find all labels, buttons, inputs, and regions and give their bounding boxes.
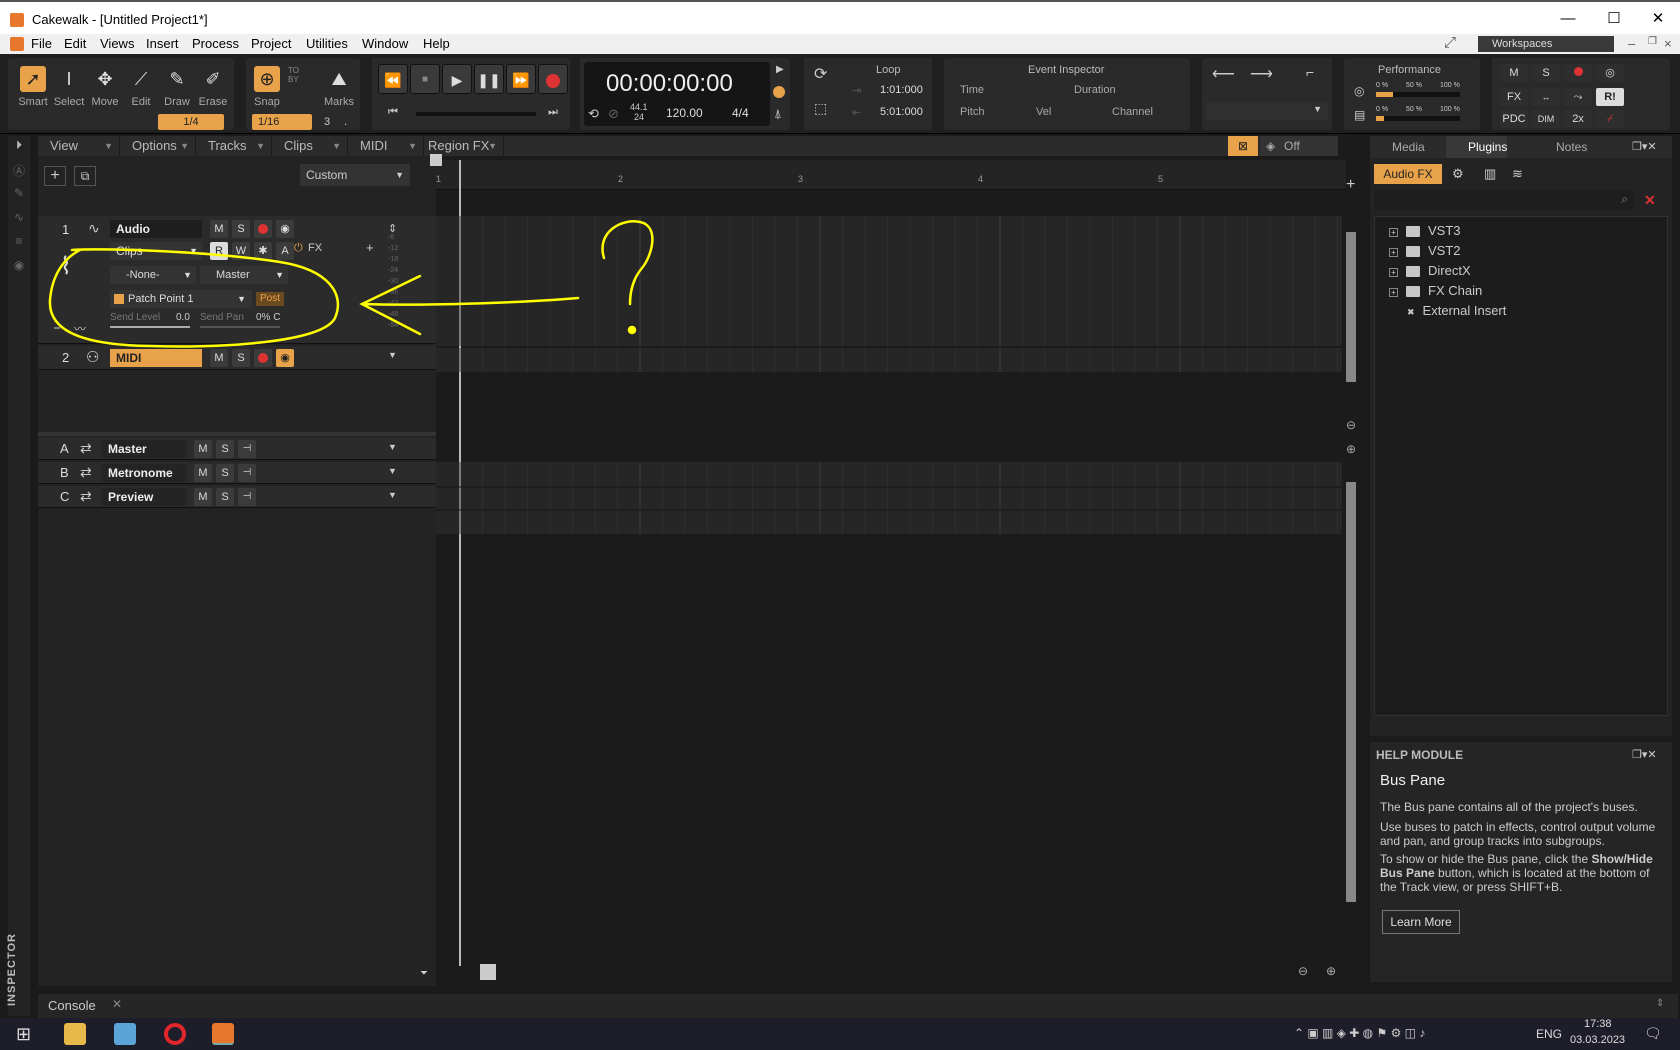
audio-fx-tab[interactable]: Audio FX — [1374, 164, 1442, 184]
clock-time[interactable]: 17:38 — [1584, 1018, 1612, 1030]
region-fx-icon[interactable]: ≋ — [1512, 166, 1523, 182]
help-p3-start: To show or hide the Bus pane, click the — [1380, 852, 1592, 866]
plugin-search-input[interactable]: ⌕ — [1374, 190, 1634, 210]
tree-label: FX Chain — [1428, 283, 1483, 298]
help-paragraph-3: To show or hide the Bus pane, click the … — [1380, 852, 1662, 894]
windows-start-icon[interactable]: ⊞ — [16, 1024, 31, 1045]
grid-lines — [436, 216, 1342, 534]
tree-label: DirectX — [1428, 263, 1471, 278]
help-paragraph-2: Use buses to patch in effects, control o… — [1380, 820, 1656, 848]
yellow-annotation — [48, 220, 654, 348]
notepad-icon[interactable] — [114, 1023, 136, 1045]
notifications-icon[interactable]: 🗨 — [1644, 1025, 1662, 1042]
tray-icons[interactable]: ⌃ ▣ ▥ ◈ ✚ ◍ ⚑ ⚙ ◫ ♪ — [1294, 1026, 1425, 1040]
expand-icon[interactable]: + — [1389, 228, 1398, 237]
console-tab[interactable]: Console — [48, 998, 96, 1013]
tree-item-external-insert[interactable]: ✖ External Insert — [1407, 303, 1506, 318]
expand-icon[interactable]: + — [1389, 268, 1398, 277]
question-mark-dot — [627, 325, 637, 335]
tab-media[interactable]: Media — [1370, 136, 1425, 158]
learn-more-button[interactable]: Learn More — [1382, 910, 1460, 934]
expand-icon[interactable]: + — [1389, 248, 1398, 257]
search-icon: ⌕ — [1621, 192, 1628, 206]
help-module: HELP MODULE ❐▾✕ Bus Pane The Bus pane co… — [1370, 742, 1672, 982]
tree-label: External Insert — [1422, 303, 1507, 318]
input-language[interactable]: ENG — [1536, 1027, 1562, 1041]
annotation-circle — [48, 248, 340, 348]
plugin-tree: + VST3 + VST2 + DirectX + FX Chain ✖ External… — [1374, 216, 1668, 716]
console-bar: Console ✕ ⇕ — [38, 994, 1678, 1018]
folder-icon — [1406, 226, 1420, 238]
folder-icon — [1406, 266, 1420, 278]
help-header: HELP MODULE — [1376, 748, 1464, 762]
cakewalk-taskbar-icon[interactable] — [212, 1023, 234, 1045]
tree-item-directx[interactable]: + DirectX — [1389, 263, 1471, 278]
folder-icon — [1406, 246, 1420, 258]
help-title: Bus Pane — [1380, 772, 1446, 789]
tree-label: VST2 — [1428, 243, 1461, 258]
help-paragraph-1: The Bus pane contains all of the project… — [1380, 800, 1638, 814]
browser-options-icon[interactable]: ❐▾✕ — [1632, 140, 1657, 153]
tree-label: VST3 — [1428, 223, 1461, 238]
question-mark-curve — [601, 220, 654, 306]
tab-plugins[interactable]: Plugins — [1446, 136, 1508, 158]
fx-plugin-icon: ✖ — [1407, 307, 1415, 317]
expand-console-icon[interactable]: ⇕ — [1656, 998, 1664, 1009]
clock-date[interactable]: 03.03.2023 — [1570, 1034, 1625, 1046]
opera-icon[interactable] — [164, 1023, 186, 1045]
clear-search-icon[interactable]: ✕ — [1644, 192, 1656, 209]
annotation-arrow-shaft — [360, 296, 580, 306]
file-explorer-icon[interactable] — [64, 1023, 86, 1045]
folder-icon — [1406, 286, 1420, 298]
tree-item-vst2[interactable]: + VST2 — [1389, 243, 1461, 258]
windows-taskbar: ⊞ ⌃ ▣ ▥ ◈ ✚ ◍ ⚑ ⚙ ◫ ♪ ENG 17:38 03.03.20… — [0, 1018, 1680, 1050]
layout-icon[interactable]: ▥ — [1484, 166, 1496, 182]
tree-item-fx-chain[interactable]: + FX Chain — [1389, 283, 1482, 298]
tree-item-vst3[interactable]: + VST3 — [1389, 223, 1461, 238]
tab-notes[interactable]: Notes — [1534, 136, 1587, 158]
browser-pane: Media Plugins Notes ❐▾✕ Audio FX ⚙ ▥ ≋ ⌕… — [1370, 136, 1672, 736]
instrument-icon[interactable]: ⚙ — [1452, 166, 1464, 182]
close-console-icon[interactable]: ✕ — [112, 997, 122, 1011]
expand-icon[interactable]: + — [1389, 288, 1398, 297]
help-options-icon[interactable]: ❐▾✕ — [1632, 748, 1657, 761]
